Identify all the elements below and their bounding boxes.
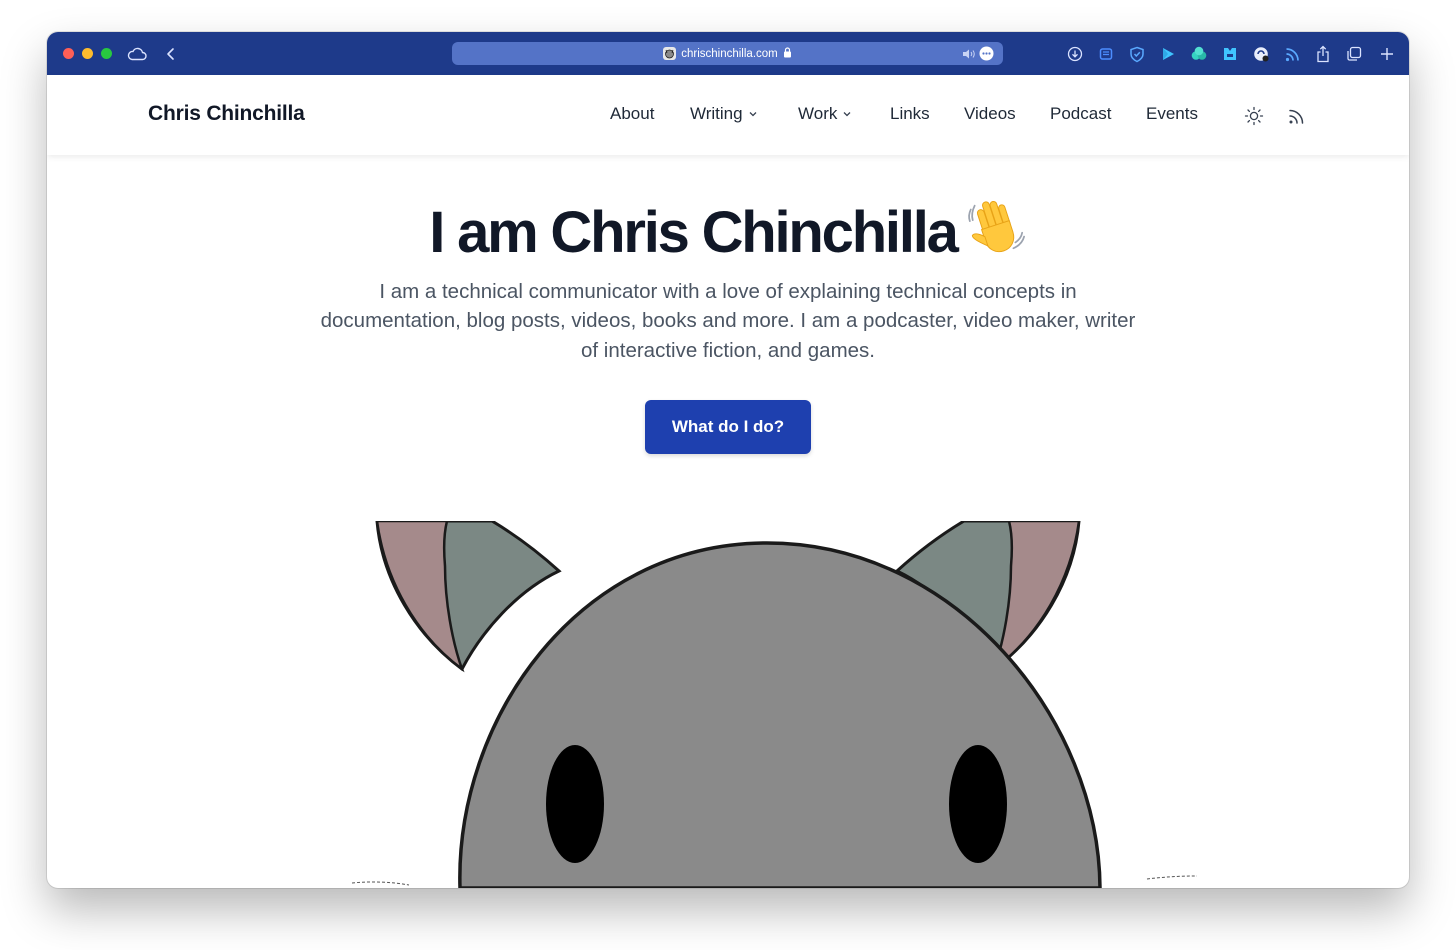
nav-label: About <box>610 104 655 123</box>
address-bar-content: chrischinchilla.com <box>452 42 1003 65</box>
extension-icon[interactable] <box>1220 44 1240 64</box>
nav-item-about[interactable]: About <box>610 104 654 124</box>
icloud-icon[interactable] <box>127 44 147 64</box>
site-header: Chris Chinchilla About Writing Work Link… <box>47 75 1409 155</box>
more-icon[interactable] <box>979 46 994 61</box>
main-navigation: About Writing Work Links Videos Podcast … <box>47 104 1409 128</box>
shield-icon[interactable] <box>1127 44 1147 64</box>
back-icon[interactable] <box>161 44 181 64</box>
minimize-window-button[interactable] <box>82 48 93 59</box>
hero-title-text: I am Chris Chinchilla <box>429 200 959 265</box>
play-icon[interactable] <box>1158 44 1178 64</box>
nav-label: Podcast <box>1050 104 1112 123</box>
audio-icon[interactable] <box>962 46 976 61</box>
hero-title: I am Chris Chinchilla <box>47 194 1409 266</box>
rss-feed-icon[interactable] <box>1286 105 1308 127</box>
close-window-button[interactable] <box>63 48 74 59</box>
extension-icon[interactable] <box>1096 44 1116 64</box>
nav-label: Videos <box>964 104 1016 123</box>
nav-label: Work <box>798 104 838 123</box>
nav-item-writing[interactable]: Writing <box>690 104 758 124</box>
new-tab-icon[interactable] <box>1377 44 1397 64</box>
theme-toggle-sun-icon[interactable] <box>1243 105 1265 127</box>
nav-label: Events <box>1146 104 1198 123</box>
chinchilla-illustration <box>351 521 1197 888</box>
site-favicon-icon <box>663 47 677 60</box>
address-bar[interactable]: chrischinchilla.com <box>452 42 1003 65</box>
tabs-icon[interactable] <box>1344 44 1364 64</box>
share-icon[interactable] <box>1313 44 1333 64</box>
hero-subtitle: I am a technical communicator with a lov… <box>320 280 1136 362</box>
nav-label: Links <box>890 104 930 123</box>
nav-item-work[interactable]: Work <box>798 104 852 124</box>
browser-window: chrischinchilla.com Chris Chinchilla Abo… <box>47 32 1409 888</box>
url-text: chrischinchilla.com <box>681 47 778 60</box>
extension-icon[interactable] <box>1251 44 1271 64</box>
chevron-down-icon <box>843 112 851 117</box>
nav-item-links[interactable]: Links <box>890 104 930 124</box>
browser-toolbar: chrischinchilla.com <box>47 32 1409 75</box>
screenshot-stage: chrischinchilla.com Chris Chinchilla Abo… <box>0 0 1456 950</box>
waving-hand-icon <box>967 200 1025 253</box>
nav-label: Writing <box>690 104 743 123</box>
download-icon[interactable] <box>1065 44 1085 64</box>
lock-icon <box>783 45 792 63</box>
nav-item-videos[interactable]: Videos <box>964 104 1016 124</box>
nav-item-events[interactable]: Events <box>1146 104 1198 124</box>
nav-item-podcast[interactable]: Podcast <box>1050 104 1111 124</box>
chevron-down-icon <box>749 112 757 117</box>
zoom-window-button[interactable] <box>101 48 112 59</box>
extension-icon[interactable] <box>1189 44 1209 64</box>
what-do-i-do-button[interactable]: What do I do? <box>645 400 811 454</box>
rss-icon[interactable] <box>1282 44 1302 64</box>
